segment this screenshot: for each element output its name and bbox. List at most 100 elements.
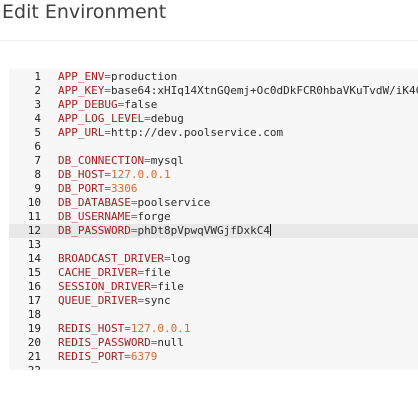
editor-line[interactable]: 21 REDIS_PORT=6379	[9, 350, 418, 364]
editor-line[interactable]: 9 DB_PORT=3306	[9, 182, 418, 196]
code-editor[interactable]: 1 APP_ENV=production 2 APP_KEY=base64:xHIq1…	[9, 69, 418, 370]
line-number: 3	[34, 98, 41, 111]
editor-line[interactable]: 11 DB_USERNAME=forge	[9, 210, 418, 224]
editor-line[interactable]: 3 APP_DEBUG=false	[9, 98, 418, 112]
line-code[interactable]: QUEUE_DRIVER=sync	[58, 294, 171, 308]
line-code[interactable]: APP_KEY=base64:xHIq14XtnGQemj+Oc0dDkFCR0…	[58, 84, 418, 98]
env-value: 127.0.0.1	[110, 168, 171, 181]
line-number: 21	[27, 350, 41, 363]
line-code[interactable]: APP_DEBUG=false	[58, 98, 157, 112]
line-code[interactable]: REDIS_HOST=127.0.0.1	[58, 322, 190, 336]
line-code[interactable]: DB_HOST=127.0.0.1	[58, 168, 171, 182]
line-number: 11	[27, 210, 41, 223]
editor-line[interactable]: 13	[9, 238, 418, 252]
line-number: 12	[27, 224, 41, 237]
env-value: sync	[144, 294, 171, 307]
line-number: 16	[27, 280, 41, 293]
editor-line[interactable]: 15 CACHE_DRIVER=file	[9, 266, 418, 280]
env-key: DB_USERNAME	[58, 210, 131, 223]
equals-sign: =	[104, 70, 111, 83]
editor-line[interactable]: 20 REDIS_PASSWORD=null	[9, 336, 418, 350]
env-key: REDIS_HOST	[58, 322, 125, 335]
editor-line[interactable]: 19 REDIS_HOST=127.0.0.1	[9, 322, 418, 336]
editor-line[interactable]: 16 SESSION_DRIVER=file	[9, 280, 418, 294]
editor-line[interactable]: 1 APP_ENV=production	[9, 70, 418, 84]
env-value: 3306	[110, 182, 138, 195]
line-number: 20	[27, 336, 41, 349]
text-cursor	[269, 224, 271, 236]
line-code[interactable]: APP_LOG_LEVEL=debug	[58, 112, 184, 126]
editor-line[interactable]: 4 APP_LOG_LEVEL=debug	[9, 112, 418, 126]
line-number: 8	[34, 168, 41, 181]
line-number: 13	[27, 238, 41, 251]
env-value: null	[157, 336, 184, 349]
env-key: DB_PASSWORD	[58, 224, 131, 237]
page-title: Edit Environment	[2, 1, 167, 23]
line-code[interactable]: BROADCAST_DRIVER=log	[58, 252, 190, 266]
header-divider	[0, 40, 418, 41]
env-key: APP_ENV	[58, 70, 105, 83]
env-value: 127.0.0.1	[130, 322, 191, 335]
env-value: production	[110, 70, 178, 83]
line-number: 7	[34, 154, 41, 167]
line-code[interactable]: DB_PORT=3306	[58, 182, 137, 196]
line-code[interactable]: DB_USERNAME=forge	[58, 210, 171, 224]
editor-line[interactable]: 7 DB_CONNECTION=mysql	[9, 154, 418, 168]
env-value: phDt8pVpwqVWGjfDxkC4	[137, 224, 270, 237]
editor-line[interactable]: 2 APP_KEY=base64:xHIq14XtnGQemj+Oc0dDkFCR…	[9, 84, 418, 98]
editor-line-active[interactable]: 12 DB_PASSWORD=phDt8pVpwqVWGjfDxkC4	[9, 224, 418, 238]
editor-line[interactable]: 17 QUEUE_DRIVER=sync	[9, 294, 418, 308]
env-value: log	[170, 252, 191, 265]
line-code[interactable]: DB_CONNECTION=mysql	[58, 154, 184, 168]
line-code[interactable]: SESSION_DRIVER=file	[58, 280, 184, 294]
env-key: CACHE_DRIVER	[58, 266, 138, 279]
line-code[interactable]: APP_ENV=production	[58, 70, 177, 84]
env-key: SESSION_DRIVER	[58, 280, 151, 293]
env-key: DB_HOST	[58, 168, 105, 181]
equals-sign: =	[124, 322, 131, 335]
editor-line[interactable]: 22	[9, 364, 418, 370]
env-key: REDIS_PORT	[58, 350, 125, 363]
line-code[interactable]: DB_PASSWORD=phDt8pVpwqVWGjfDxkC4	[58, 224, 271, 238]
line-code[interactable]: DB_DATABASE=poolservice	[58, 196, 210, 210]
editor-line[interactable]: 5 APP_URL=http://dev.poolservice.com	[9, 126, 418, 140]
equals-sign: =	[104, 168, 111, 181]
env-value: poolservice	[137, 196, 211, 209]
line-number: 18	[27, 308, 41, 321]
line-number: 17	[27, 294, 41, 307]
equals-sign: =	[144, 112, 151, 125]
line-number: 14	[27, 252, 41, 265]
line-number: 10	[27, 196, 41, 209]
editor-line[interactable]: 14 BROADCAST_DRIVER=log	[9, 252, 418, 266]
env-value: 6379	[130, 350, 158, 363]
equals-sign: =	[104, 182, 111, 195]
editor-line[interactable]: 6	[9, 140, 418, 154]
env-key: APP_URL	[58, 126, 105, 139]
line-code[interactable]: APP_URL=http://dev.poolservice.com	[58, 126, 283, 140]
editor-line[interactable]: 8 DB_HOST=127.0.0.1	[9, 168, 418, 182]
env-key: DB_CONNECTION	[58, 154, 145, 167]
env-value: false	[124, 98, 158, 111]
line-number: 19	[27, 322, 41, 335]
env-key: APP_DEBUG	[58, 98, 118, 111]
env-value: file	[157, 280, 184, 293]
equals-sign: =	[163, 252, 171, 265]
line-number: 22	[9, 364, 41, 370]
env-key: APP_LOG_LEVEL	[58, 112, 145, 125]
equals-sign: =	[144, 154, 151, 167]
env-key: DB_DATABASE	[58, 196, 131, 209]
env-value: debug	[150, 112, 184, 125]
line-code[interactable]: CACHE_DRIVER=file	[58, 266, 171, 280]
editor-line[interactable]: 10 DB_DATABASE=poolservice	[9, 196, 418, 210]
line-code[interactable]: REDIS_PASSWORD=null	[58, 336, 184, 350]
editor-line[interactable]: 18	[9, 308, 418, 322]
line-number: 5	[34, 126, 41, 139]
equals-sign: =	[104, 126, 111, 139]
equals-sign: =	[104, 84, 111, 97]
env-value: forge	[137, 210, 171, 223]
env-key: BROADCAST_DRIVER	[58, 252, 164, 265]
line-number: 15	[27, 266, 41, 279]
line-number: 1	[34, 70, 41, 83]
line-code[interactable]: REDIS_PORT=6379	[58, 350, 157, 364]
equals-sign: =	[124, 350, 131, 363]
